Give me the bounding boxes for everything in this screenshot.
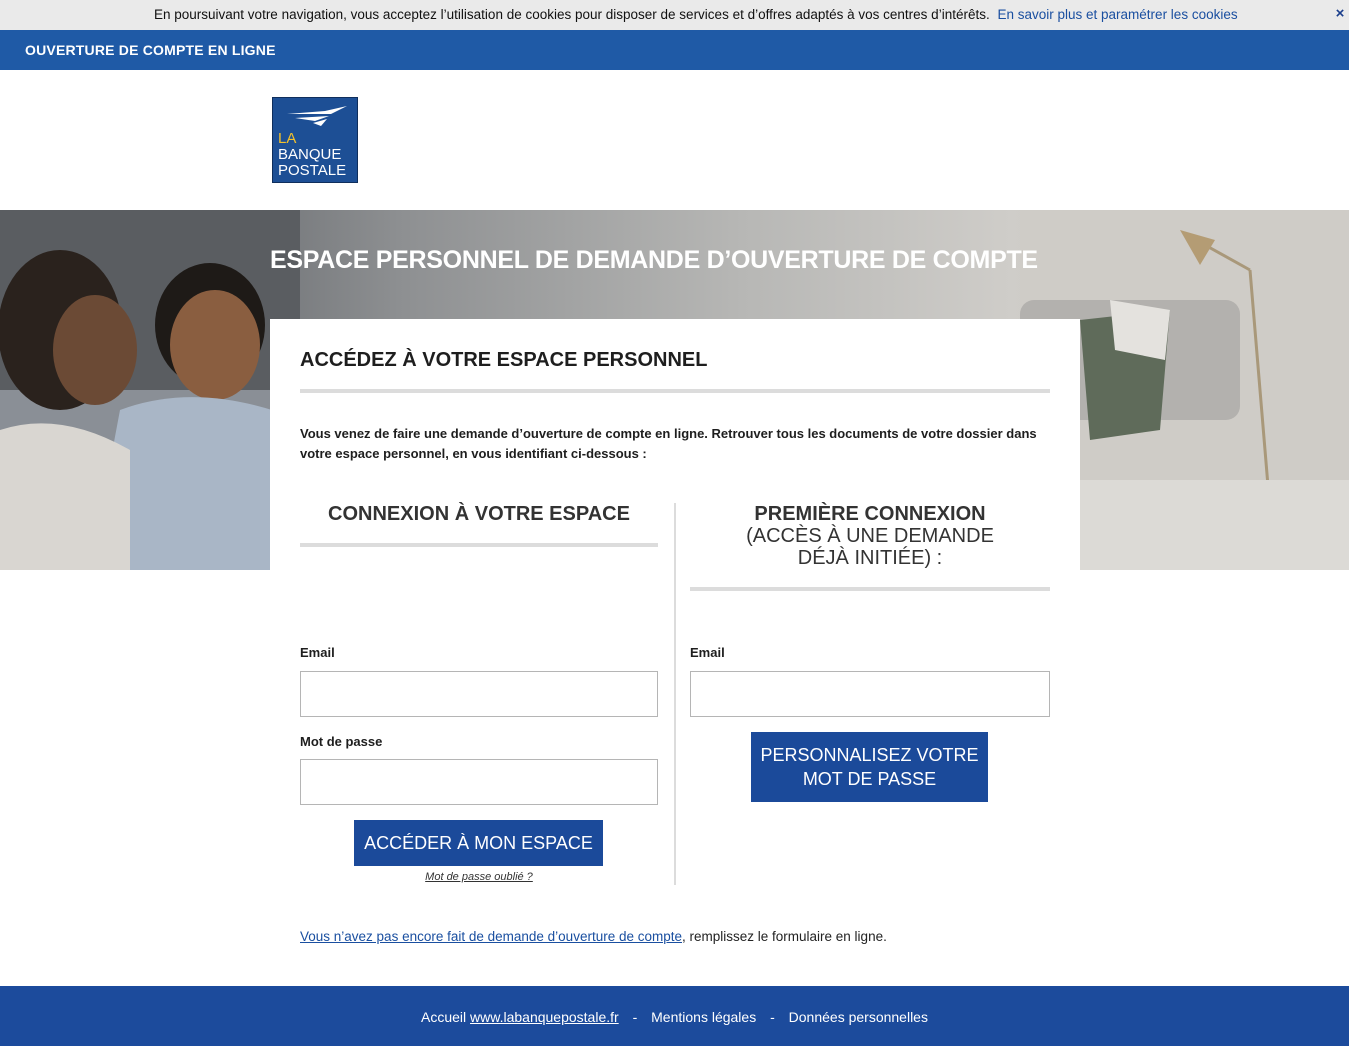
column-divider — [674, 503, 676, 885]
card-title: ACCÉDEZ À VOTRE ESPACE PERSONNEL — [300, 349, 708, 371]
top-navigation-bar: OUVERTURE DE COMPTE EN LIGNE — [0, 30, 1349, 70]
cookie-settings-link[interactable]: En savoir plus et paramétrer les cookies — [997, 7, 1237, 22]
footer-separator: - — [770, 1009, 775, 1025]
access-space-button[interactable]: ACCÉDER À MON ESPACE — [354, 820, 603, 866]
account-opening-link[interactable]: OUVERTURE DE COMPTE EN LIGNE — [25, 42, 276, 58]
logo-line-postale: POSTALE — [278, 162, 347, 179]
logo-wordmark: LA BANQUE POSTALE — [278, 131, 346, 179]
footer-home-link[interactable]: www.labanquepostale.fr — [470, 1009, 619, 1025]
cookie-banner: En poursuivant votre navigation, vous ac… — [0, 0, 1349, 30]
footer-home-prefix: Accueil — [421, 1009, 467, 1025]
login-email-label: Email — [300, 645, 335, 660]
footer-links: Accueil www.labanquepostale.fr - Mention… — [0, 1009, 1349, 1025]
first-connection-divider — [690, 587, 1050, 591]
login-email-input[interactable] — [300, 671, 658, 717]
brand-logo[interactable]: LA BANQUE POSTALE — [272, 97, 358, 183]
personalize-button-line2: MOT DE PASSE — [802, 769, 937, 789]
logo-line-banque: BANQUE — [278, 146, 342, 163]
no-request-notice: Vous n’avez pas encore fait de demande d… — [300, 929, 887, 944]
new-request-link[interactable]: Vous n’avez pas encore fait de demande d… — [300, 929, 682, 944]
footer-legal-link[interactable]: Mentions légales — [651, 1009, 756, 1025]
login-card: ACCÉDEZ À VOTRE ESPACE PERSONNEL Vous ve… — [270, 319, 1080, 919]
title-divider — [300, 389, 1050, 393]
cookie-message: En poursuivant votre navigation, vous ac… — [154, 7, 1238, 22]
footer: Accueil www.labanquepostale.fr - Mention… — [0, 986, 1349, 1046]
login-password-label: Mot de passe — [300, 734, 383, 749]
first-connection-title: PREMIÈRE CONNEXION — [754, 503, 986, 525]
login-heading-text: CONNEXION À VOTRE ESPACE — [328, 503, 630, 525]
login-section-heading: CONNEXION À VOTRE ESPACE — [300, 503, 658, 525]
first-email-label: Email — [690, 645, 725, 660]
personalize-password-button[interactable]: PERSONNALISEZ VOTRE MOT DE PASSE — [751, 732, 988, 802]
cookie-text: En poursuivant votre navigation, vous ac… — [154, 7, 990, 22]
login-heading-divider — [300, 543, 658, 547]
no-request-rest: , remplissez le formulaire en ligne. — [682, 929, 887, 944]
hero-title: ESPACE PERSONNEL DE DEMANDE D’OUVERTURE … — [270, 246, 1038, 274]
card-intro-text: Vous venez de faire une demande d’ouvert… — [300, 426, 1037, 461]
forgot-password-link[interactable]: Mot de passe oublié ? — [300, 871, 658, 883]
footer-personal-data-link[interactable]: Données personnelles — [789, 1009, 928, 1025]
footer-separator: - — [632, 1009, 638, 1025]
login-password-input[interactable] — [300, 759, 658, 805]
bird-logo-icon — [287, 106, 347, 126]
first-email-input[interactable] — [690, 671, 1050, 717]
couple-photo — [0, 210, 300, 570]
first-connection-subtitle-line1: (ACCÈS À UNE DEMANDE — [746, 525, 994, 547]
logo-line-la: LA — [278, 130, 297, 147]
first-connection-heading: PREMIÈRE CONNEXION (ACCÈS À UNE DEMANDE … — [690, 503, 1050, 569]
first-connection-subtitle-line2: DÉJÀ INITIÉE) : — [797, 547, 943, 569]
personalize-button-line1: PERSONNALISEZ VOTRE — [760, 745, 979, 765]
close-icon[interactable]: × — [1333, 6, 1347, 22]
